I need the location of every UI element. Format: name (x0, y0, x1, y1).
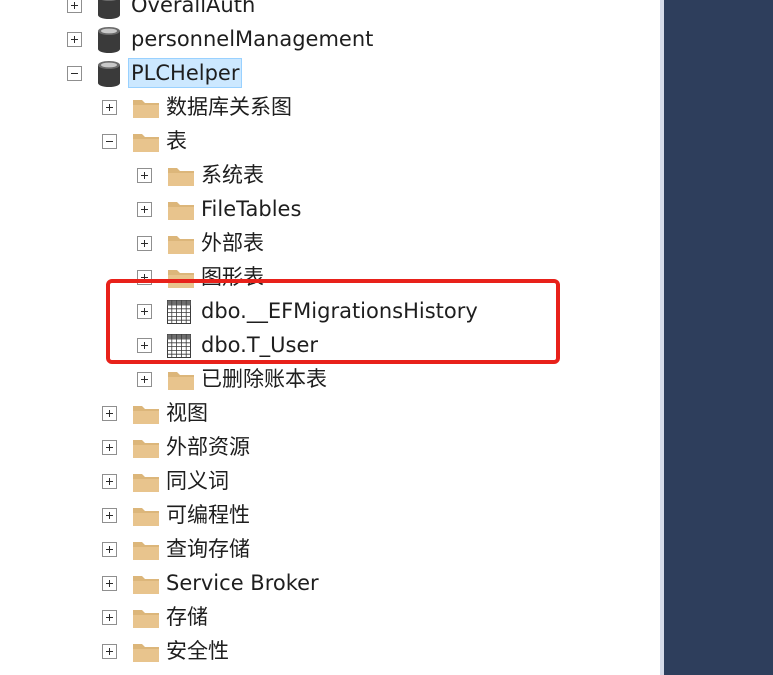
collapse-icon[interactable] (102, 134, 117, 149)
expand-icon[interactable] (102, 440, 117, 455)
expand-icon[interactable] (102, 644, 117, 659)
tree-item-label: 表 (166, 129, 187, 153)
tree-item-item-5[interactable]: 系统表 (0, 158, 660, 192)
collapse-icon[interactable] (67, 66, 82, 81)
tree-item-item-7[interactable]: 外部表 (0, 226, 660, 260)
tree-item-label: 存储 (166, 605, 208, 629)
tree-item-label: OverallAuth (131, 0, 256, 17)
tree-item-overallauth[interactable]: OverallAuth (0, 0, 660, 22)
tree-item-personnelmanagement[interactable]: personnelManagement (0, 22, 660, 56)
folder-icon (132, 505, 160, 531)
expand-icon[interactable] (67, 0, 82, 13)
tree-item-item-16[interactable]: 查询存储 (0, 532, 660, 566)
expand-icon[interactable] (102, 576, 117, 591)
tree-item-dbo-t-user[interactable]: dbo.T_User (0, 328, 660, 362)
tree-item-label: 同义词 (166, 469, 229, 493)
tree-item-item-19[interactable]: 安全性 (0, 634, 660, 668)
expand-icon[interactable] (137, 202, 152, 217)
database-icon (97, 26, 121, 58)
tree-item-label: 安全性 (166, 639, 229, 663)
tree-item-item-11[interactable]: 已删除账本表 (0, 362, 660, 396)
tree-item-label: 已删除账本表 (201, 367, 327, 391)
document-area (664, 0, 773, 675)
expand-icon[interactable] (137, 270, 152, 285)
tree-item-label: 系统表 (201, 163, 264, 187)
folder-icon (132, 539, 160, 565)
expand-icon[interactable] (67, 32, 82, 47)
tree-item-item-18[interactable]: 存储 (0, 600, 660, 634)
tree-item-label: 外部资源 (166, 435, 250, 459)
tree-item-plchelper[interactable]: PLCHelper (0, 56, 660, 90)
tree-item-dbo-efmigrationshistory[interactable]: dbo.__EFMigrationsHistory (0, 294, 660, 328)
tree-item-item-3[interactable]: 数据库关系图 (0, 90, 660, 124)
tree-item-item-8[interactable]: 图形表 (0, 260, 660, 294)
database-icon (97, 60, 121, 92)
folder-icon (132, 437, 160, 463)
tree-item-filetables[interactable]: FileTables (0, 192, 660, 226)
expand-icon[interactable] (137, 372, 152, 387)
folder-icon (132, 403, 160, 429)
folder-icon (132, 471, 160, 497)
tree-item-item-14[interactable]: 同义词 (0, 464, 660, 498)
folder-icon (132, 641, 160, 667)
folder-icon (167, 267, 195, 293)
tree-item-label: dbo.__EFMigrationsHistory (201, 299, 478, 323)
tree-item-label: 视图 (166, 401, 208, 425)
expand-icon[interactable] (137, 338, 152, 353)
tree-item-label: 可编程性 (166, 503, 250, 527)
tree-item-label: FileTables (201, 197, 302, 221)
table-icon (167, 300, 191, 328)
tree-item-item-15[interactable]: 可编程性 (0, 498, 660, 532)
tree-item-label: personnelManagement (131, 27, 374, 51)
expand-icon[interactable] (102, 100, 117, 115)
expand-icon[interactable] (137, 236, 152, 251)
tree-item-label: 图形表 (201, 265, 264, 289)
tree-item-item-4[interactable]: 表 (0, 124, 660, 158)
expand-icon[interactable] (137, 304, 152, 319)
tree-item-item-13[interactable]: 外部资源 (0, 430, 660, 464)
tree-item-label: 查询存储 (166, 537, 250, 561)
object-explorer-tree: OverallAuth personnelManagement PLCHelper 数… (0, 0, 660, 675)
folder-icon (132, 131, 160, 157)
folder-icon (132, 573, 160, 599)
tree-item-item-12[interactable]: 视图 (0, 396, 660, 430)
expand-icon[interactable] (102, 474, 117, 489)
expand-icon[interactable] (102, 610, 117, 625)
expand-icon[interactable] (102, 406, 117, 421)
folder-icon (132, 97, 160, 123)
tree-item-label: Service Broker (166, 571, 319, 595)
tree-item-label: 数据库关系图 (166, 95, 292, 119)
expand-icon[interactable] (102, 542, 117, 557)
folder-icon (167, 233, 195, 259)
expand-icon[interactable] (102, 508, 117, 523)
database-icon (97, 0, 121, 24)
tree-item-service-broker[interactable]: Service Broker (0, 566, 660, 600)
tree-item-label: 外部表 (201, 231, 264, 255)
tree-item-label: PLCHelper (128, 58, 243, 88)
folder-icon (132, 607, 160, 633)
folder-icon (167, 369, 195, 395)
expand-icon[interactable] (137, 168, 152, 183)
folder-icon (167, 165, 195, 191)
tree-item-label: dbo.T_User (201, 333, 319, 357)
folder-icon (167, 199, 195, 225)
table-icon (167, 334, 191, 362)
